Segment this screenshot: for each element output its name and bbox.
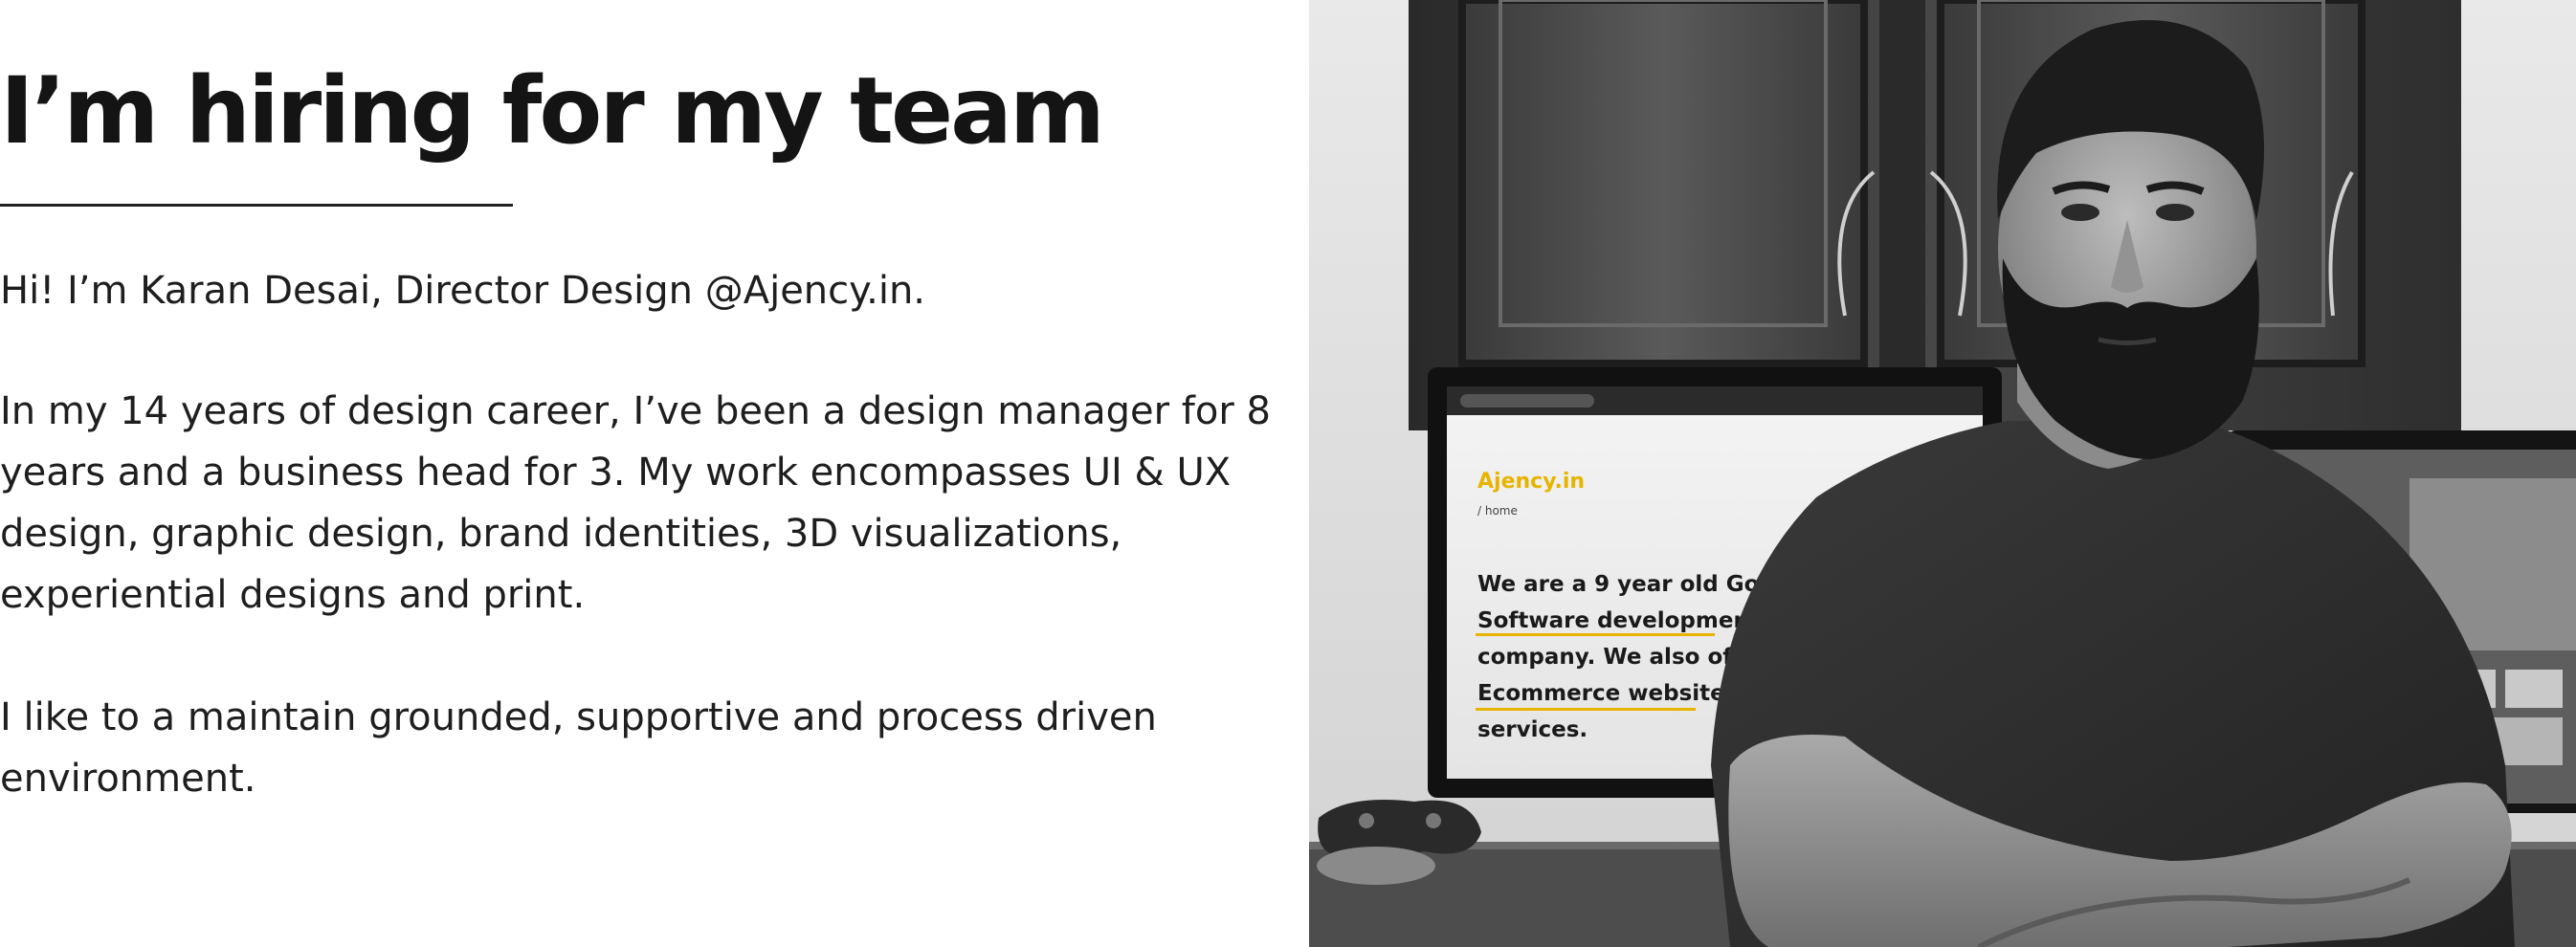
- monitor-line-1: We are a 9 year old Goa: [1477, 572, 1774, 597]
- wooden-cupboard: [1409, 0, 2461, 430]
- intro-paragraph: Hi! I’m Karan Desai, Director Design @Aj…: [0, 269, 926, 313]
- monitor-line-5: services.: [1477, 717, 1588, 742]
- monitor-line-3: company. We also off: [1477, 645, 1741, 670]
- monitor-nav-text: / home: [1477, 504, 1518, 518]
- monitor-brand-text: Ajency.in: [1477, 470, 1585, 494]
- title-divider: [0, 204, 513, 207]
- intro-text-column: I’m hiring for my team Hi! I’m Karan Des…: [0, 0, 1359, 947]
- hiring-page: I’m hiring for my team Hi! I’m Karan Des…: [0, 0, 2576, 947]
- monitor-line-4: Ecommerce website: [1477, 681, 1725, 706]
- monitor-line-2: Software development: [1477, 608, 1760, 633]
- work-style-paragraph: I like to a maintain grounded, supportiv…: [0, 695, 1157, 801]
- experience-paragraph: In my 14 years of design career, I’ve be…: [0, 389, 1271, 617]
- page-title: I’m hiring for my team: [0, 57, 1105, 165]
- left-eye: [2061, 204, 2099, 221]
- right-eye: [2156, 204, 2194, 221]
- portrait-photo: Ajency.in / home We are a 9 year old Goa…: [1309, 0, 2576, 947]
